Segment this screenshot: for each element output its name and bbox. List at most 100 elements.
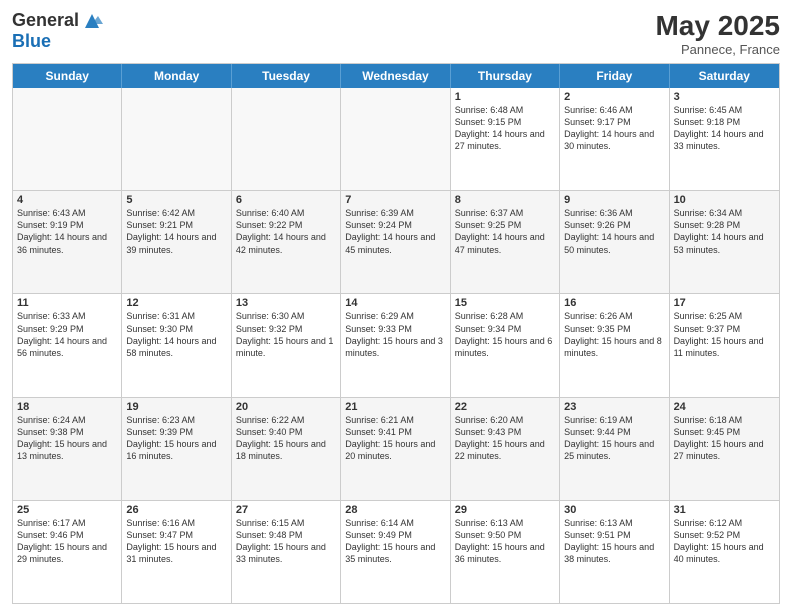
day-number: 5 (126, 194, 226, 206)
header-thursday: Thursday (451, 64, 560, 88)
cell-text: Sunrise: 6:31 AM Sunset: 9:30 PM Dayligh… (126, 310, 226, 359)
header-monday: Monday (122, 64, 231, 88)
day-number: 7 (345, 194, 445, 206)
cell-text: Sunrise: 6:37 AM Sunset: 9:25 PM Dayligh… (455, 207, 555, 256)
day-number: 20 (236, 401, 336, 413)
cal-cell-r4-c6: 31Sunrise: 6:12 AM Sunset: 9:52 PM Dayli… (670, 501, 779, 603)
cal-cell-r0-c4: 1Sunrise: 6:48 AM Sunset: 9:15 PM Daylig… (451, 88, 560, 190)
cell-text: Sunrise: 6:22 AM Sunset: 9:40 PM Dayligh… (236, 414, 336, 463)
day-number: 2 (564, 91, 664, 103)
cal-cell-r2-c3: 14Sunrise: 6:29 AM Sunset: 9:33 PM Dayli… (341, 294, 450, 396)
day-number: 26 (126, 504, 226, 516)
cal-cell-r3-c3: 21Sunrise: 6:21 AM Sunset: 9:41 PM Dayli… (341, 398, 450, 500)
month-year: May 2025 (655, 10, 780, 42)
header-friday: Friday (560, 64, 669, 88)
day-number: 22 (455, 401, 555, 413)
cal-cell-r2-c6: 17Sunrise: 6:25 AM Sunset: 9:37 PM Dayli… (670, 294, 779, 396)
cal-cell-r4-c0: 25Sunrise: 6:17 AM Sunset: 9:46 PM Dayli… (13, 501, 122, 603)
day-number: 15 (455, 297, 555, 309)
cal-cell-r4-c1: 26Sunrise: 6:16 AM Sunset: 9:47 PM Dayli… (122, 501, 231, 603)
cell-text: Sunrise: 6:29 AM Sunset: 9:33 PM Dayligh… (345, 310, 445, 359)
cell-text: Sunrise: 6:39 AM Sunset: 9:24 PM Dayligh… (345, 207, 445, 256)
cal-cell-r4-c2: 27Sunrise: 6:15 AM Sunset: 9:48 PM Dayli… (232, 501, 341, 603)
cal-cell-r2-c0: 11Sunrise: 6:33 AM Sunset: 9:29 PM Dayli… (13, 294, 122, 396)
logo: General Blue (12, 10, 103, 52)
cal-cell-r4-c3: 28Sunrise: 6:14 AM Sunset: 9:49 PM Dayli… (341, 501, 450, 603)
cal-cell-r1-c2: 6Sunrise: 6:40 AM Sunset: 9:22 PM Daylig… (232, 191, 341, 293)
calendar-body: 1Sunrise: 6:48 AM Sunset: 9:15 PM Daylig… (13, 88, 779, 603)
day-number: 13 (236, 297, 336, 309)
cell-text: Sunrise: 6:13 AM Sunset: 9:51 PM Dayligh… (564, 517, 664, 566)
cell-text: Sunrise: 6:40 AM Sunset: 9:22 PM Dayligh… (236, 207, 336, 256)
cell-text: Sunrise: 6:23 AM Sunset: 9:39 PM Dayligh… (126, 414, 226, 463)
day-number: 19 (126, 401, 226, 413)
day-number: 14 (345, 297, 445, 309)
cell-text: Sunrise: 6:14 AM Sunset: 9:49 PM Dayligh… (345, 517, 445, 566)
day-number: 27 (236, 504, 336, 516)
cal-cell-r3-c5: 23Sunrise: 6:19 AM Sunset: 9:44 PM Dayli… (560, 398, 669, 500)
cal-cell-r1-c4: 8Sunrise: 6:37 AM Sunset: 9:25 PM Daylig… (451, 191, 560, 293)
logo-blue: Blue (12, 32, 103, 52)
cal-cell-r2-c2: 13Sunrise: 6:30 AM Sunset: 9:32 PM Dayli… (232, 294, 341, 396)
header: General Blue May 2025 Pannece, France (12, 10, 780, 57)
cell-text: Sunrise: 6:36 AM Sunset: 9:26 PM Dayligh… (564, 207, 664, 256)
day-number: 3 (674, 91, 775, 103)
header-sunday: Sunday (13, 64, 122, 88)
day-number: 11 (17, 297, 117, 309)
cal-cell-r0-c2 (232, 88, 341, 190)
logo-icon (81, 10, 103, 32)
calendar-row-3: 18Sunrise: 6:24 AM Sunset: 9:38 PM Dayli… (13, 398, 779, 501)
cal-cell-r3-c0: 18Sunrise: 6:24 AM Sunset: 9:38 PM Dayli… (13, 398, 122, 500)
cal-cell-r1-c1: 5Sunrise: 6:42 AM Sunset: 9:21 PM Daylig… (122, 191, 231, 293)
cell-text: Sunrise: 6:20 AM Sunset: 9:43 PM Dayligh… (455, 414, 555, 463)
cal-cell-r2-c1: 12Sunrise: 6:31 AM Sunset: 9:30 PM Dayli… (122, 294, 231, 396)
cell-text: Sunrise: 6:15 AM Sunset: 9:48 PM Dayligh… (236, 517, 336, 566)
cal-cell-r4-c5: 30Sunrise: 6:13 AM Sunset: 9:51 PM Dayli… (560, 501, 669, 603)
header-wednesday: Wednesday (341, 64, 450, 88)
cell-text: Sunrise: 6:18 AM Sunset: 9:45 PM Dayligh… (674, 414, 775, 463)
cell-text: Sunrise: 6:46 AM Sunset: 9:17 PM Dayligh… (564, 104, 664, 153)
day-number: 24 (674, 401, 775, 413)
day-number: 16 (564, 297, 664, 309)
cal-cell-r1-c6: 10Sunrise: 6:34 AM Sunset: 9:28 PM Dayli… (670, 191, 779, 293)
cal-cell-r1-c3: 7Sunrise: 6:39 AM Sunset: 9:24 PM Daylig… (341, 191, 450, 293)
cell-text: Sunrise: 6:21 AM Sunset: 9:41 PM Dayligh… (345, 414, 445, 463)
cell-text: Sunrise: 6:28 AM Sunset: 9:34 PM Dayligh… (455, 310, 555, 359)
cell-text: Sunrise: 6:13 AM Sunset: 9:50 PM Dayligh… (455, 517, 555, 566)
cal-cell-r4-c4: 29Sunrise: 6:13 AM Sunset: 9:50 PM Dayli… (451, 501, 560, 603)
cell-text: Sunrise: 6:45 AM Sunset: 9:18 PM Dayligh… (674, 104, 775, 153)
day-number: 17 (674, 297, 775, 309)
cell-text: Sunrise: 6:30 AM Sunset: 9:32 PM Dayligh… (236, 310, 336, 359)
cal-cell-r2-c4: 15Sunrise: 6:28 AM Sunset: 9:34 PM Dayli… (451, 294, 560, 396)
cell-text: Sunrise: 6:33 AM Sunset: 9:29 PM Dayligh… (17, 310, 117, 359)
cal-cell-r3-c6: 24Sunrise: 6:18 AM Sunset: 9:45 PM Dayli… (670, 398, 779, 500)
day-number: 31 (674, 504, 775, 516)
day-number: 4 (17, 194, 117, 206)
header-tuesday: Tuesday (232, 64, 341, 88)
cell-text: Sunrise: 6:48 AM Sunset: 9:15 PM Dayligh… (455, 104, 555, 153)
calendar-row-4: 25Sunrise: 6:17 AM Sunset: 9:46 PM Dayli… (13, 501, 779, 603)
cal-cell-r1-c5: 9Sunrise: 6:36 AM Sunset: 9:26 PM Daylig… (560, 191, 669, 293)
day-number: 29 (455, 504, 555, 516)
day-number: 30 (564, 504, 664, 516)
day-number: 25 (17, 504, 117, 516)
calendar-row-1: 4Sunrise: 6:43 AM Sunset: 9:19 PM Daylig… (13, 191, 779, 294)
title-block: May 2025 Pannece, France (655, 10, 780, 57)
cell-text: Sunrise: 6:26 AM Sunset: 9:35 PM Dayligh… (564, 310, 664, 359)
cal-cell-r0-c1 (122, 88, 231, 190)
day-number: 23 (564, 401, 664, 413)
day-number: 8 (455, 194, 555, 206)
cell-text: Sunrise: 6:42 AM Sunset: 9:21 PM Dayligh… (126, 207, 226, 256)
cell-text: Sunrise: 6:25 AM Sunset: 9:37 PM Dayligh… (674, 310, 775, 359)
calendar-row-2: 11Sunrise: 6:33 AM Sunset: 9:29 PM Dayli… (13, 294, 779, 397)
cal-cell-r1-c0: 4Sunrise: 6:43 AM Sunset: 9:19 PM Daylig… (13, 191, 122, 293)
cell-text: Sunrise: 6:34 AM Sunset: 9:28 PM Dayligh… (674, 207, 775, 256)
cell-text: Sunrise: 6:17 AM Sunset: 9:46 PM Dayligh… (17, 517, 117, 566)
cal-cell-r3-c1: 19Sunrise: 6:23 AM Sunset: 9:39 PM Dayli… (122, 398, 231, 500)
header-saturday: Saturday (670, 64, 779, 88)
day-number: 12 (126, 297, 226, 309)
calendar: Sunday Monday Tuesday Wednesday Thursday… (12, 63, 780, 604)
calendar-row-0: 1Sunrise: 6:48 AM Sunset: 9:15 PM Daylig… (13, 88, 779, 191)
logo-general: General (12, 11, 79, 31)
cal-cell-r3-c4: 22Sunrise: 6:20 AM Sunset: 9:43 PM Dayli… (451, 398, 560, 500)
